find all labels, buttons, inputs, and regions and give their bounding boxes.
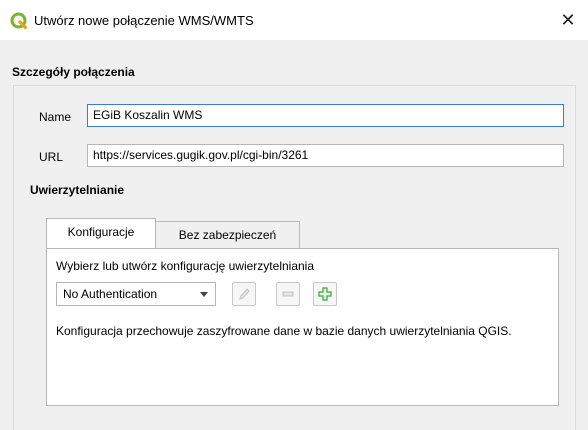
- edit-config-button[interactable]: [232, 282, 256, 306]
- close-button[interactable]: ✕: [556, 8, 580, 32]
- pencil-icon: [239, 288, 250, 300]
- add-config-button[interactable]: [313, 282, 337, 306]
- remove-config-button[interactable]: [276, 282, 300, 306]
- title-bar: Utwórz nowe połączenie WMS/WMTS ✕: [0, 0, 588, 40]
- tab-basic[interactable]: Bez zabezpieczeń: [155, 221, 300, 249]
- auth-config-selected: No Authentication: [63, 287, 158, 301]
- window-title: Utwórz nowe połączenie WMS/WMTS: [34, 13, 254, 28]
- name-label: Name: [39, 110, 72, 124]
- chevron-down-icon: [200, 292, 208, 297]
- auth-config-select[interactable]: No Authentication: [56, 282, 216, 306]
- connection-details-title: Szczegóły połączenia: [12, 65, 135, 79]
- config-prompt: Wybierz lub utwórz konfigurację uwierzyt…: [56, 259, 315, 273]
- tab-configurations[interactable]: Konfiguracje: [46, 218, 156, 248]
- qgis-icon: [10, 12, 28, 30]
- config-description: Konfiguracja przechowuje zaszyfrowane da…: [56, 324, 512, 338]
- dialog-body: Szczegóły połączenia Name EGiB Koszalin …: [0, 40, 588, 430]
- url-label: URL: [39, 150, 64, 164]
- url-input[interactable]: https://services.gugik.gov.pl/cgi-bin/32…: [87, 144, 564, 167]
- minus-icon: [282, 291, 294, 297]
- name-input[interactable]: EGiB Koszalin WMS: [87, 104, 564, 127]
- plus-icon: [318, 287, 332, 301]
- authentication-title: Uwierzytelnianie: [30, 183, 125, 197]
- configurations-panel: Wybierz lub utwórz konfigurację uwierzyt…: [46, 248, 559, 406]
